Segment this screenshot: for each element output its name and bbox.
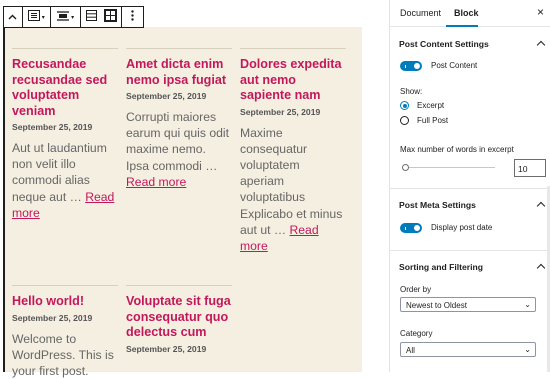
post-title[interactable]: Voluptate sit fuga consequatur quo delec… (126, 294, 232, 341)
list-view-icon (28, 10, 40, 24)
more-options-icon (131, 10, 134, 24)
post-excerpt: Aut ut laudantium non velit illo commodi… (12, 140, 118, 221)
chevron-down-icon: ⌄ (524, 300, 531, 309)
post-title[interactable]: Recusandae recusandae sed voluptatem ven… (12, 57, 118, 119)
read-more-link[interactable]: Read more (126, 175, 186, 189)
post-title[interactable]: Hello world! (12, 294, 118, 310)
post-item: Recusandae recusandae sed voluptatem ven… (12, 48, 118, 221)
post-item: Voluptate sit fuga consequatur quo delec… (126, 285, 232, 362)
chevron-up-icon[interactable] (537, 202, 545, 210)
post-excerpt: Corrupti maiores earum qui quis odit max… (126, 109, 232, 190)
block-type-button[interactable]: ▾ (23, 7, 50, 27)
editor-canvas: ▾ ▾ Recusandae recu (0, 0, 390, 372)
more-options-button[interactable] (121, 7, 143, 27)
radio-full-post[interactable] (400, 116, 409, 125)
chevron-down-icon: ⌄ (524, 345, 531, 354)
caret-down-icon: ▾ (71, 14, 74, 21)
grid-view-button[interactable] (101, 7, 121, 27)
post-date: September 25, 2019 (12, 122, 118, 132)
radio-label: Excerpt (417, 101, 444, 110)
max-words-label: Max number of words in excerpt (400, 145, 514, 154)
align-icon (57, 11, 69, 24)
max-words-slider-handle[interactable] (402, 164, 409, 171)
show-label: Show: (400, 87, 422, 96)
post-item: Dolores expedita aut nemo sapiente nam S… (240, 48, 346, 254)
post-item: Hello world! September 25, 2019 Welcome … (12, 285, 118, 379)
display-date-toggle[interactable] (400, 223, 422, 233)
max-words-input[interactable]: 10 (514, 159, 546, 177)
radio-label: Full Post (417, 116, 448, 125)
order-by-select[interactable]: Newest to Oldest ⌄ (400, 297, 536, 312)
excerpt-text: Corrupti maiores earum qui quis odit max… (126, 110, 229, 173)
excerpt-text: Maxime consequatur voluptatem aperiam vo… (240, 126, 342, 237)
post-date: September 25, 2019 (12, 313, 118, 323)
align-button[interactable]: ▾ (51, 7, 80, 27)
tab-block[interactable]: Block (454, 8, 479, 18)
post-item: Amet dicta enim nemo ipsa fugiat Septemb… (126, 48, 232, 190)
select-value: All (406, 346, 415, 355)
post-date: September 25, 2019 (240, 107, 346, 117)
close-icon[interactable]: × (537, 5, 544, 19)
grid-icon (104, 9, 117, 25)
sidebar-tabs: Document Block × (390, 0, 550, 27)
chevron-up-icon (8, 11, 17, 23)
post-excerpt: Maxime consequatur voluptatem aperiam vo… (240, 125, 346, 255)
active-tab-indicator (446, 25, 478, 27)
post-date: September 25, 2019 (126, 91, 232, 101)
tab-document[interactable]: Document (400, 8, 441, 18)
panel-title[interactable]: Post Content Settings (399, 39, 489, 49)
post-content-toggle[interactable] (400, 61, 422, 71)
panel-title[interactable]: Sorting and Filtering (399, 262, 483, 272)
chevron-up-icon[interactable] (537, 264, 545, 272)
post-date: September 25, 2019 (126, 344, 232, 354)
caret-down-icon: ▾ (42, 14, 45, 21)
block-toolbar: ▾ ▾ (3, 6, 144, 28)
panel-title[interactable]: Post Meta Settings (399, 200, 476, 210)
toggle-label: Post Content (431, 61, 477, 70)
radio-excerpt[interactable] (400, 101, 409, 110)
list-view-button[interactable] (81, 7, 101, 27)
post-title[interactable]: Dolores expedita aut nemo sapiente nam (240, 57, 346, 104)
list-icon (86, 10, 97, 24)
settings-sidebar: Document Block × Post Content Settings P… (390, 0, 550, 372)
order-by-label: Order by (400, 285, 431, 294)
max-words-slider-track[interactable] (405, 167, 495, 168)
category-label: Category (400, 329, 432, 338)
post-title[interactable]: Amet dicta enim nemo ipsa fugiat (126, 57, 232, 88)
toggle-label: Display post date (431, 223, 492, 232)
latest-posts-block[interactable]: Recusandae recusandae sed voluptatem ven… (3, 27, 362, 372)
chevron-up-icon[interactable] (537, 41, 545, 49)
move-up-button[interactable] (4, 7, 22, 27)
select-value: Newest to Oldest (406, 301, 467, 310)
category-select[interactable]: All ⌄ (400, 342, 536, 357)
